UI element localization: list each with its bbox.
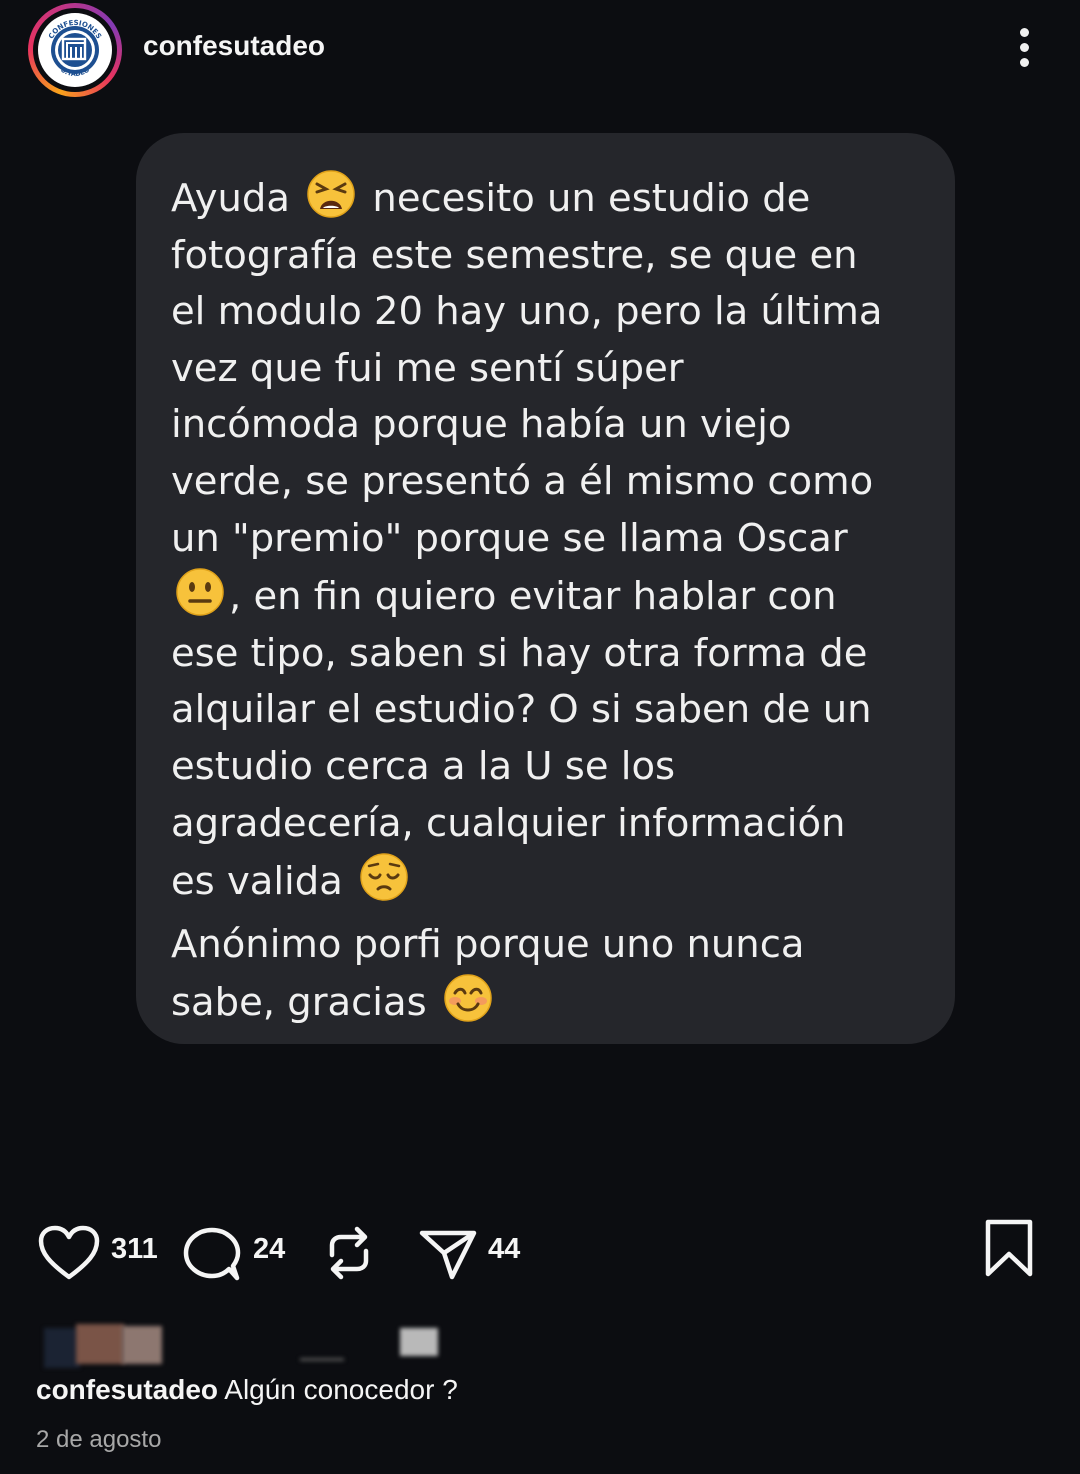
pensive-face-icon xyxy=(355,853,413,904)
message-line: agradecería, cualquier información xyxy=(171,796,921,853)
message-text: un "premio" porque se llama Oscar xyxy=(171,515,848,561)
message-line: alquilar el estudio? O si saben de un xyxy=(171,682,921,739)
message-line: , en fin quiero evitar hablar con xyxy=(171,567,921,626)
message-text: fotografía este semestre, se que en xyxy=(171,232,858,278)
message-text: el modulo 20 hay uno, pero la última xyxy=(171,289,883,335)
confession-bubble: Ayuda necesito un estudio de fotografía e… xyxy=(136,133,955,1044)
message-text: verde, se presentó a él mismo como xyxy=(171,458,874,504)
share-count: 44 xyxy=(488,1233,521,1265)
message-text: Ayuda xyxy=(171,176,303,221)
repost-button[interactable] xyxy=(322,1212,378,1288)
message-text: vez que fui me sentí súper xyxy=(171,345,684,391)
message-line: un "premio" porque se llama Oscar xyxy=(171,511,921,568)
message-text: es valida xyxy=(171,859,356,905)
confession-text: Ayuda necesito un estudio de fotografía e… xyxy=(171,169,921,1032)
liker-avatar xyxy=(300,1358,344,1361)
repost-icon xyxy=(329,1226,369,1280)
message-text: alquilar el estudio? O si saben de un xyxy=(171,687,872,733)
liker-avatar xyxy=(44,1328,80,1368)
avatar[interactable]: CONFESIONES U.TADEO xyxy=(28,3,122,97)
message-text: sabe, gracias xyxy=(171,980,439,1026)
heart-icon xyxy=(38,1225,100,1280)
message-line: el modulo 20 hay uno, pero la última xyxy=(171,284,921,341)
more-dot-icon xyxy=(1020,58,1029,67)
more-dot-icon xyxy=(1020,28,1029,37)
comment-count: 24 xyxy=(253,1233,286,1265)
message-text: agradecería, cualquier información xyxy=(171,800,846,846)
post-date: 2 de agosto xyxy=(36,1426,162,1453)
message-line: es valida xyxy=(171,852,921,911)
caption-username[interactable]: confesutadeo xyxy=(36,1374,218,1405)
message-text: Anónimo porfi porque uno nunca xyxy=(171,921,805,967)
post-username[interactable]: confesutadeo xyxy=(143,30,325,62)
smiling-face-icon xyxy=(439,974,497,1025)
caption-text: Algún conocedor ? xyxy=(218,1374,458,1405)
message-text: ese tipo, saben si hay otra forma de xyxy=(171,630,868,676)
liked-by-avatars[interactable] xyxy=(42,1322,462,1370)
post-header: CONFESIONES U.TADEO confesutadeo xyxy=(0,0,1080,100)
liker-avatar xyxy=(400,1328,438,1356)
message-line: Ayuda necesito un estudio de xyxy=(171,169,921,228)
message-line: sabe, gracias xyxy=(171,973,921,1032)
comment-icon xyxy=(183,1227,241,1281)
message-line: verde, se presentó a él mismo como xyxy=(171,454,921,511)
action-bar: 311 24 44 xyxy=(0,1212,1080,1288)
send-icon xyxy=(419,1230,477,1280)
save-button[interactable] xyxy=(980,1212,1038,1288)
like-count: 311 xyxy=(111,1233,158,1265)
message-text: estudio cerca a la U se los xyxy=(171,743,676,789)
message-text: necesito un estudio de xyxy=(360,176,811,221)
message-line: ese tipo, saben si hay otra forma de xyxy=(171,626,921,683)
neutral-face-icon xyxy=(171,568,229,619)
post-caption: confesutadeo Algún conocedor ? xyxy=(36,1374,458,1406)
confesiones-logo-icon: CONFESIONES U.TADEO xyxy=(38,13,112,87)
liker-avatar xyxy=(122,1326,162,1364)
message-line: fotografía este semestre, se que en xyxy=(171,228,921,285)
bookmark-icon xyxy=(985,1219,1033,1277)
message-line: vez que fui me sentí súper xyxy=(171,341,921,398)
more-dot-icon xyxy=(1020,43,1029,52)
share-button[interactable]: 44 xyxy=(418,1212,530,1288)
tired-face-icon xyxy=(302,170,360,221)
message-line: Anónimo porfi porque uno nunca xyxy=(171,917,921,974)
comment-button[interactable]: 24 xyxy=(182,1212,292,1288)
like-button[interactable]: 311 xyxy=(38,1212,158,1288)
message-line: estudio cerca a la U se los xyxy=(171,739,921,796)
message-text: incómoda porque había un viejo xyxy=(171,402,792,448)
message-text: , en fin quiero evitar hablar con xyxy=(229,574,837,620)
message-line: incómoda porque había un viejo xyxy=(171,397,921,454)
more-options-button[interactable] xyxy=(1008,26,1042,70)
liker-avatar xyxy=(76,1324,124,1364)
